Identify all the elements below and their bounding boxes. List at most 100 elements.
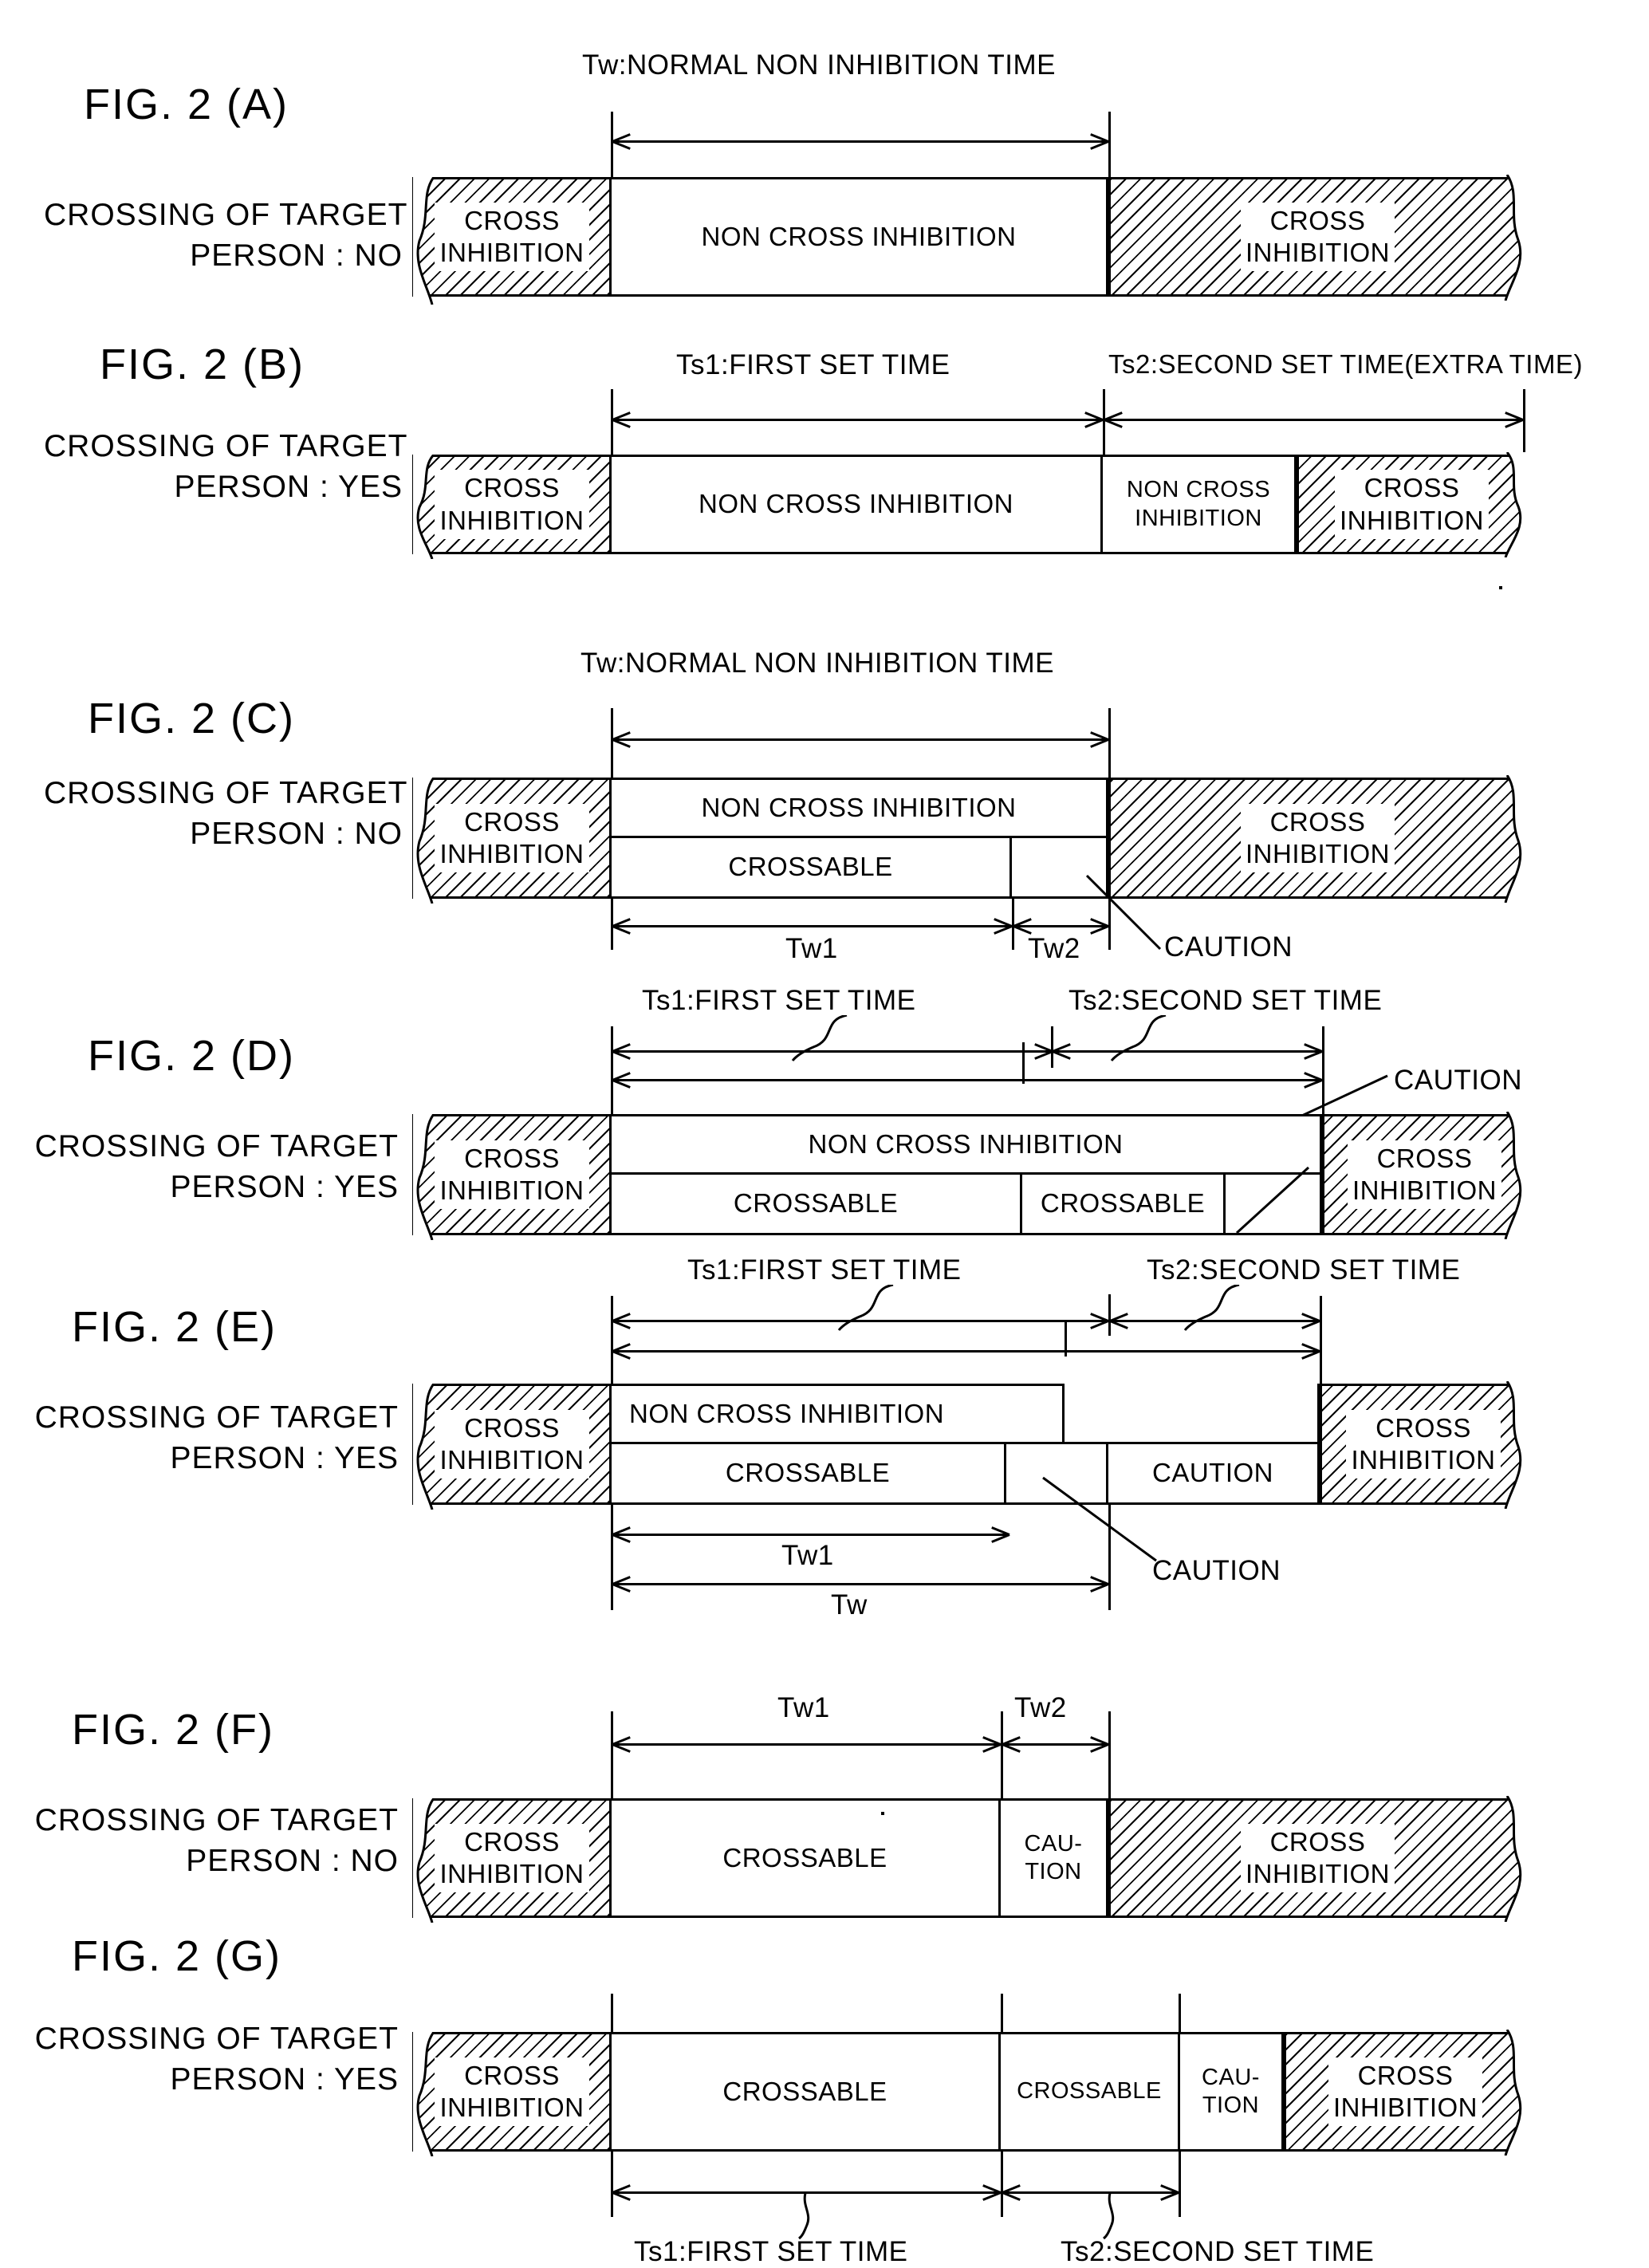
panel-d-cell-2-text: CROSSABLE (733, 1188, 899, 1219)
panel-g-dimtick-mid (1001, 2152, 1003, 2217)
panel-g-condition-line1: CROSSING OF TARGET (34, 2022, 399, 2056)
panel-b-dim-ts2 (1104, 411, 1524, 428)
panel-c-label: FIG. 2 (C) (88, 695, 295, 742)
torn-edge-icon (413, 778, 434, 904)
panel-e-condition-line1: CROSSING OF TARGET (34, 1400, 399, 1435)
panel-d-cell-cross-inhibition-right: CROSS INHIBITION (1322, 1114, 1525, 1235)
panel-e-cell-0-text: CROSS INHIBITION (435, 1409, 589, 1479)
panel-f-tick-tw1: Tw1 (777, 1692, 830, 1723)
panel-e-leader-ts1 (837, 1285, 894, 1331)
panel-d: FIG. 2 (D) CROSSING OF TARGET PERSON : Y… (0, 969, 1649, 1240)
panel-a-tick-right (1108, 112, 1111, 187)
panel-g-dimtick-left (611, 2152, 613, 2217)
panel-f-cell-2-text: CAU- TION (1024, 1830, 1083, 1884)
panel-a: FIG. 2 (A) CROSSING OF TARGET PERSON : N… (0, 0, 1649, 305)
panel-f-cell-crossable: CROSSABLE (612, 1798, 1001, 1918)
panel-e-leader-ts2 (1183, 1285, 1240, 1331)
panel-f-dim-tw1 (612, 1736, 1002, 1753)
panel-c-cell-0-text: CROSS INHIBITION (435, 803, 589, 873)
panel-e-dim-total (612, 1343, 1320, 1360)
panel-d-cell-crossable-1: CROSSABLE (612, 1175, 1022, 1235)
panel-d-right-torn-edge-icon (1504, 1112, 1529, 1239)
stray-dot-f (881, 1812, 884, 1815)
panel-c-top-caption: Tw:NORMAL NON INHIBITION TIME (580, 648, 1054, 679)
panel-e-label: FIG. 2 (E) (72, 1303, 277, 1351)
panel-b-right-torn-edge-icon (1504, 452, 1529, 557)
panel-e-cell-3-text: CAUTION (1152, 1458, 1273, 1488)
panel-c-cell-2-text: CROSSABLE (728, 852, 893, 882)
panel-f-condition-line1: CROSSING OF TARGET (34, 1803, 399, 1837)
panel-g: FIG. 2 (G) CROSSING OF TARGET PERSON : Y… (0, 1914, 1649, 2267)
panel-d-label: FIG. 2 (D) (88, 1032, 295, 1080)
panel-c-dim-tw1 (612, 918, 1013, 935)
panel-e-cell-crossable: CROSSABLE (612, 1444, 1006, 1505)
panel-c-tick-tw1: Tw1 (785, 933, 838, 964)
panel-f-right-torn-edge-icon (1504, 1796, 1529, 1922)
panel-e-caption-ts2: Ts2:SECOND SET TIME (1147, 1254, 1461, 1286)
panel-d-cell-3-text: CROSSABLE (1040, 1188, 1206, 1219)
panel-g-caption-ts1: Ts1:FIRST SET TIME (634, 2236, 908, 2267)
panel-b-condition-line1: CROSSING OF TARGET (44, 429, 408, 463)
panel-d-caption-ts1: Ts1:FIRST SET TIME (642, 985, 916, 1016)
panel-e-condition: CROSSING OF TARGET PERSON : YES (24, 1398, 399, 1479)
panel-g-cell-crossable-1: CROSSABLE (612, 2032, 1001, 2152)
panel-d-dim-total (612, 1072, 1323, 1089)
panel-e: FIG. 2 (E) CROSSING OF TARGET PERSON : Y… (0, 1240, 1649, 1620)
panel-c-tick-right (1108, 708, 1111, 788)
panel-d-tick-left (611, 1026, 613, 1114)
panel-g-dimtick-right (1179, 2152, 1181, 2217)
panel-e-right-torn-edge-icon (1504, 1381, 1529, 1509)
panel-g-cell-4-text: CROSS INHIBITION (1328, 2057, 1482, 2127)
panel-b-cell-1-text: NON CROSS INHIBITION (698, 489, 1014, 519)
panel-a-condition-line2: PERSON : NO (190, 238, 403, 273)
panel-a-cell-cross-inhibition-left: CROSS INHIBITION (412, 177, 612, 305)
panel-a-cell-cross-inhibition-right: CROSS INHIBITION (1108, 177, 1525, 297)
panel-b-cell-non-cross-inhibition-1: NON CROSS INHIBITION (612, 455, 1103, 554)
panel-d-condition: CROSSING OF TARGET PERSON : YES (24, 1127, 399, 1207)
panel-c-right-torn-edge-icon (1504, 775, 1529, 903)
panel-a-label: FIG. 2 (A) (84, 81, 289, 128)
panel-e-dim-tw1 (612, 1526, 1010, 1543)
panel-d-dim-ts2 (1053, 1043, 1323, 1060)
panel-g-condition: CROSSING OF TARGET PERSON : YES (24, 2019, 399, 2100)
panel-g-cell-cross-inhibition-left: CROSS INHIBITION (412, 2032, 612, 2156)
panel-c-cell-non-cross-inhibition: NON CROSS INHIBITION (612, 778, 1108, 838)
torn-edge-icon (413, 177, 434, 305)
panel-g-leader-ts2 (1103, 2193, 1115, 2239)
panel-d-cell-crossable-2: CROSSABLE (1022, 1175, 1226, 1235)
panel-c-tick-left (611, 708, 613, 788)
panel-f-dim-tw2 (1002, 1736, 1109, 1753)
torn-edge-icon (413, 455, 434, 559)
panel-d-caution-leader2 (1235, 1166, 1310, 1234)
panel-e-dim-tw (612, 1576, 1109, 1593)
panel-f-tick-mid (1001, 1711, 1003, 1799)
panel-a-tick-left (611, 112, 613, 187)
panel-c-caution-leader (1085, 874, 1162, 951)
panel-b-cell-3-text: CROSS INHIBITION (1334, 470, 1489, 539)
panel-e-tick-right (1320, 1296, 1322, 1384)
panel-f-cell-caution: CAU- TION (1001, 1798, 1108, 1918)
panel-g-right-torn-edge-icon (1504, 2030, 1529, 2156)
panel-g-cell-0-text: CROSS INHIBITION (435, 2057, 589, 2127)
panel-e-cell-cross-inhibition-left: CROSS INHIBITION (412, 1384, 612, 1510)
panel-d-caution-label: CAUTION (1394, 1065, 1522, 1096)
torn-edge-icon (413, 1114, 434, 1240)
panel-f-label: FIG. 2 (F) (72, 1706, 274, 1754)
panel-b-cell-0-text: CROSS INHIBITION (435, 470, 589, 539)
panel-g-tick-right (1179, 1994, 1181, 2034)
panel-e-tick-mid (1108, 1294, 1111, 1336)
panel-b-cell-cross-inhibition-right: CROSS INHIBITION (1297, 455, 1525, 554)
panel-e-caption-ts1: Ts1:FIRST SET TIME (687, 1254, 962, 1286)
panel-a-cell-0-text: CROSS INHIBITION (435, 202, 589, 272)
panel-f-cell-1-text: CROSSABLE (722, 1842, 887, 1872)
panel-e-tick-left (611, 1296, 613, 1384)
panel-g-cell-3-text: CAU- TION (1202, 2064, 1260, 2118)
panel-e-condition-line2: PERSON : YES (170, 1440, 399, 1475)
panel-c-cell-1-text: NON CROSS INHIBITION (701, 792, 1017, 822)
panel-f-cell-cross-inhibition-right: CROSS INHIBITION (1108, 1798, 1525, 1918)
panel-a-cell-2-text: CROSS INHIBITION (1240, 202, 1395, 272)
panel-g-caption-ts2: Ts2:SECOND SET TIME (1061, 2236, 1375, 2267)
panel-b-label: FIG. 2 (B) (100, 341, 305, 388)
panel-e-tick-tw1: Tw1 (781, 1540, 834, 1571)
panel-f-condition: CROSSING OF TARGET PERSON : NO (24, 1801, 399, 1881)
